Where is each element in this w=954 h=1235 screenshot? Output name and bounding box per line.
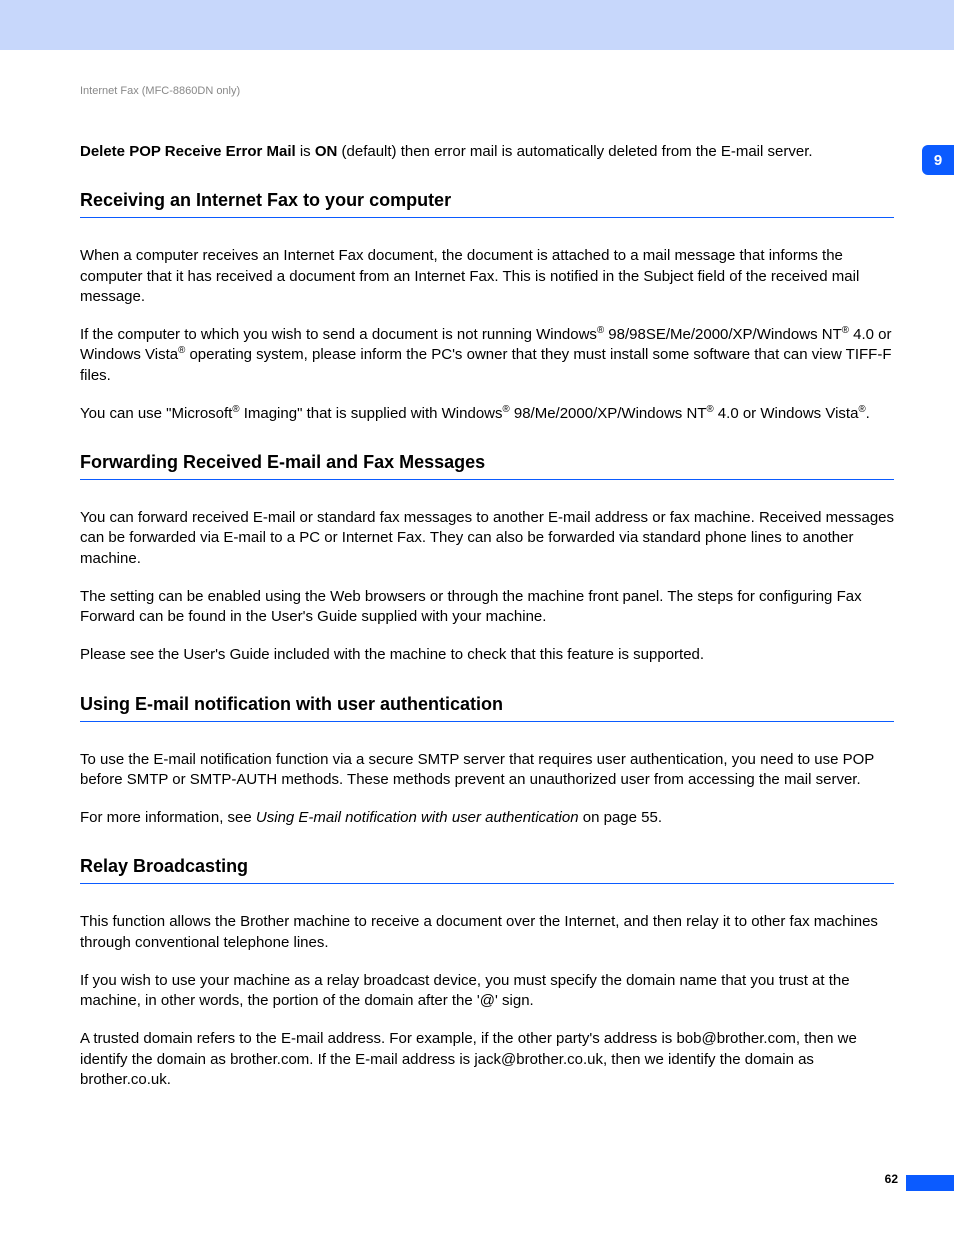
intro-paragraph: Delete POP Receive Error Mail is ON (def… bbox=[80, 142, 894, 162]
s1-p3b: Imaging" that is supplied with Windows bbox=[240, 405, 503, 422]
heading-relay-broadcasting: Relay Broadcasting bbox=[80, 856, 894, 884]
chapter-tab[interactable]: 9 bbox=[922, 145, 954, 175]
reg-mark-icon: ® bbox=[232, 404, 239, 415]
s1-p1: When a computer receives an Internet Fax… bbox=[80, 246, 894, 307]
heading-receiving-fax: Receiving an Internet Fax to your comput… bbox=[80, 190, 894, 218]
intro-text-2: (default) then error mail is automatical… bbox=[337, 143, 812, 160]
header-band bbox=[0, 0, 954, 50]
s1-p3c: 98/Me/2000/XP/Windows NT bbox=[510, 405, 707, 422]
page-number-bar-icon bbox=[906, 1175, 954, 1191]
reg-mark-icon: ® bbox=[858, 404, 865, 415]
intro-bold-2: ON bbox=[315, 143, 338, 160]
breadcrumb: Internet Fax (MFC-8860DN only) bbox=[80, 85, 894, 97]
s1-p3e: . bbox=[866, 405, 870, 422]
s1-p2b: 98/98SE/Me/2000/XP/Windows NT bbox=[604, 326, 842, 343]
s2-p3: Please see the User's Guide included wit… bbox=[80, 645, 894, 665]
reg-mark-icon: ® bbox=[842, 325, 849, 336]
s1-p2d: operating system, please inform the PC's… bbox=[80, 346, 891, 383]
reg-mark-icon: ® bbox=[706, 404, 713, 415]
intro-bold-1: Delete POP Receive Error Mail bbox=[80, 143, 296, 160]
s1-p3: You can use "Microsoft® Imaging" that is… bbox=[80, 404, 894, 424]
s3-p1: To use the E-mail notification function … bbox=[80, 750, 894, 791]
s4-p3: A trusted domain refers to the E-mail ad… bbox=[80, 1029, 894, 1090]
s1-p2: If the computer to which you wish to sen… bbox=[80, 325, 894, 386]
page-number: 62 bbox=[885, 1172, 898, 1186]
s3-p2: For more information, see Using E-mail n… bbox=[80, 808, 894, 828]
page-content: Internet Fax (MFC-8860DN only) Delete PO… bbox=[0, 50, 954, 1148]
s4-p2: If you wish to use your machine as a rel… bbox=[80, 971, 894, 1012]
s2-p1: You can forward received E-mail or stand… bbox=[80, 508, 894, 569]
s1-p2a: If the computer to which you wish to sen… bbox=[80, 326, 597, 343]
s3-p2a: For more information, see bbox=[80, 809, 256, 826]
s2-p2: The setting can be enabled using the Web… bbox=[80, 587, 894, 628]
s1-p3a: You can use "Microsoft bbox=[80, 405, 232, 422]
cross-reference-link[interactable]: Using E-mail notification with user auth… bbox=[256, 809, 579, 826]
heading-forwarding: Forwarding Received E-mail and Fax Messa… bbox=[80, 452, 894, 480]
s3-p2b: on page 55. bbox=[579, 809, 662, 826]
reg-mark-icon: ® bbox=[503, 404, 510, 415]
s1-p3d: 4.0 or Windows Vista bbox=[714, 405, 859, 422]
s4-p1: This function allows the Brother machine… bbox=[80, 912, 894, 953]
heading-email-notification: Using E-mail notification with user auth… bbox=[80, 694, 894, 722]
intro-text-1: is bbox=[296, 143, 315, 160]
